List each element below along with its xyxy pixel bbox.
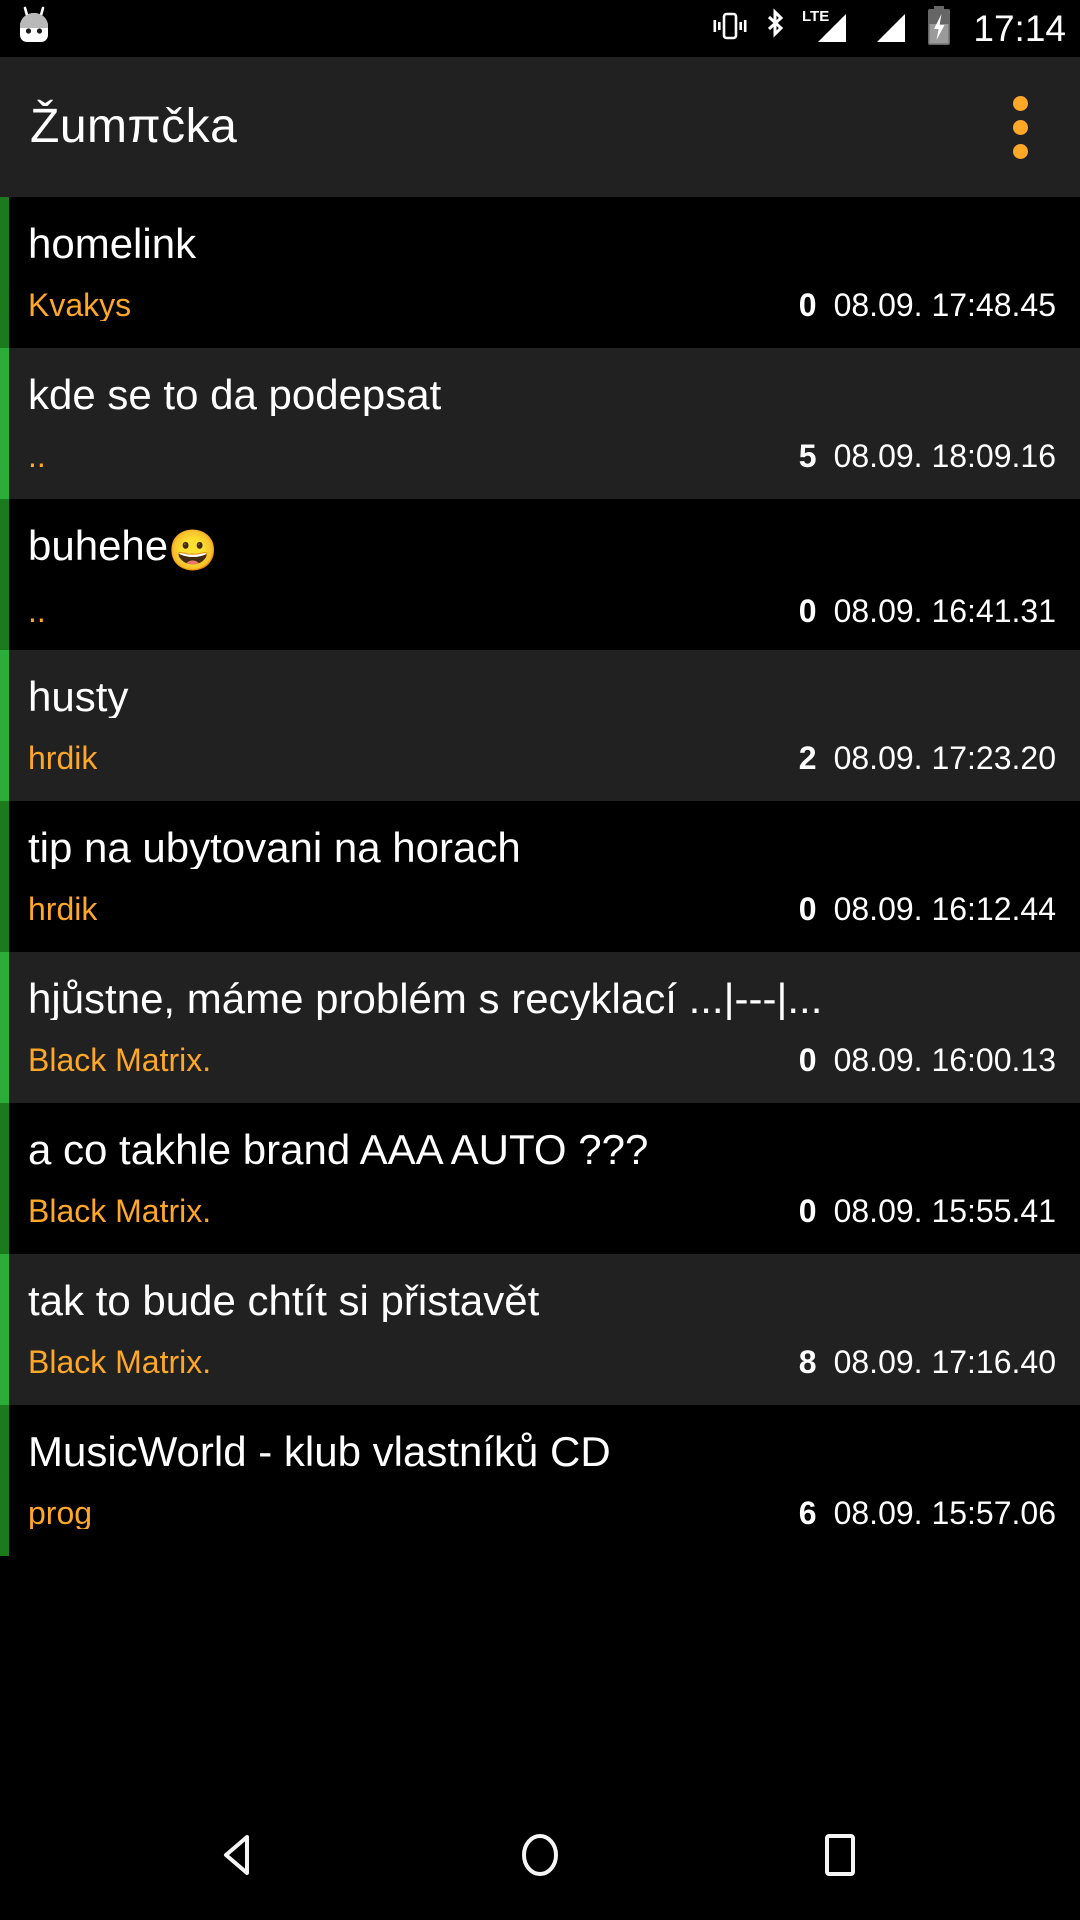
thread-stats: 5 08.09. 18:09.16 — [799, 440, 1056, 472]
thread-title: tak to bude chtít si přistavět — [28, 1280, 540, 1322]
thread-timestamp: 08.09. 16:12.44 — [833, 891, 1056, 927]
thread-author: Kvakys — [28, 289, 132, 321]
thread-row[interactable]: hjůstne, máme problém s recyklací ...|--… — [0, 952, 1080, 1103]
recents-button[interactable] — [780, 1795, 900, 1915]
thread-reply-count: 0 — [798, 1193, 817, 1229]
thread-author: hrdik — [28, 742, 98, 774]
home-circle-icon — [522, 1834, 558, 1876]
thread-row[interactable]: homelink Kvakys 0 08.09. 17:48.45 — [0, 197, 1080, 348]
thread-stats: 2 08.09. 17:23.20 — [799, 742, 1056, 774]
thread-unread-stripe — [0, 197, 9, 348]
thread-author: hrdik — [28, 893, 98, 925]
status-bar-notifications — [14, 4, 54, 53]
thread-meta: hrdik 0 08.09. 16:12.44 — [28, 893, 1056, 925]
status-bar-system-icons: LTE 17:14 — [712, 5, 1066, 52]
thread-unread-stripe — [0, 348, 9, 499]
svg-text:LTE: LTE — [802, 8, 829, 25]
thread-meta: .. 5 08.09. 18:09.16 — [28, 440, 1056, 472]
thread-author: prog — [28, 1497, 93, 1529]
thread-timestamp: 08.09. 17:48.45 — [833, 287, 1056, 323]
thread-title: kde se to da podepsat — [28, 374, 442, 416]
thread-unread-stripe — [0, 952, 9, 1103]
thread-title: homelink — [28, 223, 197, 265]
thread-unread-stripe — [0, 1405, 9, 1556]
thread-row[interactable]: husty hrdik 2 08.09. 17:23.20 — [0, 650, 1080, 801]
overflow-dot — [1012, 143, 1028, 159]
recents-square-icon — [825, 1834, 855, 1876]
thread-stats: 6 08.09. 15:57.06 — [799, 1497, 1056, 1529]
thread-author: Black Matrix. — [28, 1044, 212, 1076]
thread-reply-count: 5 — [798, 438, 817, 474]
thread-stats: 0 08.09. 16:41.31 — [799, 595, 1056, 627]
android-navigation-bar — [0, 1790, 1080, 1920]
thread-meta: Black Matrix. 8 08.09. 17:16.40 — [28, 1346, 1056, 1378]
thread-author: .. — [28, 595, 46, 627]
thread-author: Black Matrix. — [28, 1195, 212, 1227]
grinning-face-emoji: 😀 — [168, 529, 218, 571]
thread-row[interactable]: tak to bude chtít si přistavět Black Matr… — [0, 1254, 1080, 1405]
thread-meta: Kvakys 0 08.09. 17:48.45 — [28, 289, 1056, 321]
phone-screen: LTE 17:14 Žumπčka homelink Kvakys 0 08.0… — [0, 0, 1080, 1920]
vibrate-icon — [712, 8, 748, 49]
thread-timestamp: 08.09. 17:23.20 — [833, 740, 1056, 776]
thread-reply-count: 0 — [798, 1042, 817, 1078]
thread-row[interactable]: kde se to da podepsat.. 5 08.09. 18:09.16 — [0, 348, 1080, 499]
status-bar: LTE 17:14 — [0, 0, 1080, 57]
back-triangle-icon — [224, 1835, 249, 1875]
thread-unread-stripe — [0, 1103, 9, 1254]
home-button[interactable] — [480, 1795, 600, 1915]
thread-meta: Black Matrix. 0 08.09. 15:55.41 — [28, 1195, 1056, 1227]
thread-unread-stripe — [0, 499, 9, 650]
signal-icon — [873, 6, 913, 51]
thread-title: a co takhle brand AAA AUTO ??? — [28, 1129, 649, 1171]
thread-row[interactable]: a co takhle brand AAA AUTO ??? Black Matr… — [0, 1103, 1080, 1254]
thread-meta: prog 6 08.09. 15:57.06 — [28, 1497, 1056, 1529]
thread-row[interactable]: buhehe😀.. 0 08.09. 16:41.31 — [0, 499, 1080, 650]
thread-title: husty — [28, 676, 129, 718]
thread-unread-stripe — [0, 1254, 9, 1405]
thread-row[interactable]: MusicWorld - klub vlastníků CD prog 6 08.09… — [0, 1405, 1080, 1556]
thread-meta: .. 0 08.09. 16:41.31 — [28, 595, 1056, 627]
thread-author: .. — [28, 440, 46, 472]
thread-stats: 8 08.09. 17:16.40 — [799, 1346, 1056, 1378]
thread-row[interactable]: tip na ubytovani na horach hrdik 0 08.09. 1… — [0, 801, 1080, 952]
thread-timestamp: 08.09. 15:57.06 — [833, 1495, 1056, 1531]
thread-timestamp: 08.09. 16:00.13 — [833, 1042, 1056, 1078]
thread-timestamp: 08.09. 15:55.41 — [833, 1193, 1056, 1229]
thread-reply-count: 0 — [798, 891, 817, 927]
thread-unread-stripe — [0, 650, 9, 801]
thread-meta: hrdik 2 08.09. 17:23.20 — [28, 742, 1056, 774]
bluetooth-icon — [761, 7, 789, 50]
thread-reply-count: 6 — [798, 1495, 817, 1531]
lte-signal-icon: LTE — [802, 6, 860, 51]
status-bar-clock: 17:14 — [973, 8, 1066, 49]
thread-author: Black Matrix. — [28, 1346, 212, 1378]
thread-stats: 0 08.09. 15:55.41 — [799, 1195, 1056, 1227]
back-button[interactable] — [180, 1795, 300, 1915]
thread-timestamp: 08.09. 18:09.16 — [833, 438, 1056, 474]
thread-list[interactable]: homelink Kvakys 0 08.09. 17:48.45 kde se to … — [0, 197, 1080, 1790]
thread-title: hjůstne, máme problém s recyklací ...|--… — [28, 978, 823, 1020]
thread-timestamp: 08.09. 16:41.31 — [833, 593, 1056, 629]
thread-unread-stripe — [0, 801, 9, 952]
thread-meta: Black Matrix. 0 08.09. 16:00.13 — [28, 1044, 1056, 1076]
thread-stats: 0 08.09. 16:00.13 — [799, 1044, 1056, 1076]
thread-reply-count: 8 — [798, 1344, 817, 1380]
thread-reply-count: 0 — [798, 593, 817, 629]
thread-title: buhehe😀 — [28, 525, 218, 571]
thread-stats: 0 08.09. 17:48.45 — [799, 289, 1056, 321]
page-title: Žumπčka — [30, 100, 238, 153]
thread-reply-count: 0 — [798, 287, 817, 323]
thread-stats: 0 08.09. 16:12.44 — [799, 893, 1056, 925]
overflow-dot — [1012, 95, 1028, 111]
overflow-dot — [1012, 119, 1028, 135]
overflow-menu-icon[interactable] — [988, 87, 1052, 167]
thread-reply-count: 2 — [798, 740, 817, 776]
battery-charging-icon — [926, 5, 952, 52]
android-marshmallow-icon — [14, 4, 54, 53]
thread-timestamp: 08.09. 17:16.40 — [833, 1344, 1056, 1380]
thread-title: tip na ubytovani na horach — [28, 827, 521, 869]
app-toolbar: Žumπčka — [0, 57, 1080, 197]
thread-title: MusicWorld - klub vlastníků CD — [28, 1431, 611, 1473]
